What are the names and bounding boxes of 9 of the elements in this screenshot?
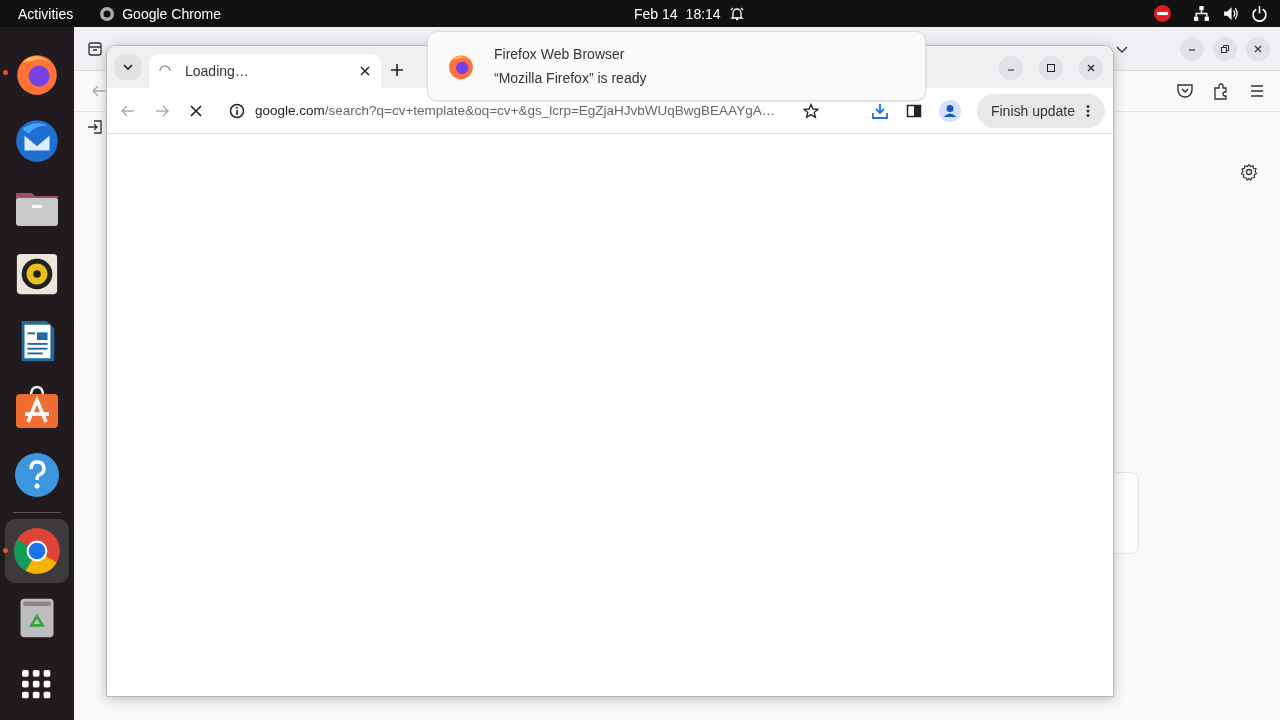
clock-date[interactable]: Feb 14 bbox=[634, 5, 678, 22]
app-menu[interactable]: Google Chrome bbox=[122, 5, 222, 22]
activities-button[interactable]: Activities bbox=[18, 5, 74, 22]
clock-time[interactable]: 18:14 bbox=[685, 5, 721, 22]
notification-title: Firefox Web Browser bbox=[494, 46, 626, 62]
notification-message: “Mozilla Firefox” is ready bbox=[494, 70, 647, 86]
finish-update-button[interactable]: Finish update bbox=[976, 93, 1105, 128]
notification-card[interactable]: Firefox Web Browser “Mozilla Firefox” is ready bbox=[427, 31, 926, 101]
browser-tab[interactable]: Loading… bbox=[149, 54, 381, 88]
